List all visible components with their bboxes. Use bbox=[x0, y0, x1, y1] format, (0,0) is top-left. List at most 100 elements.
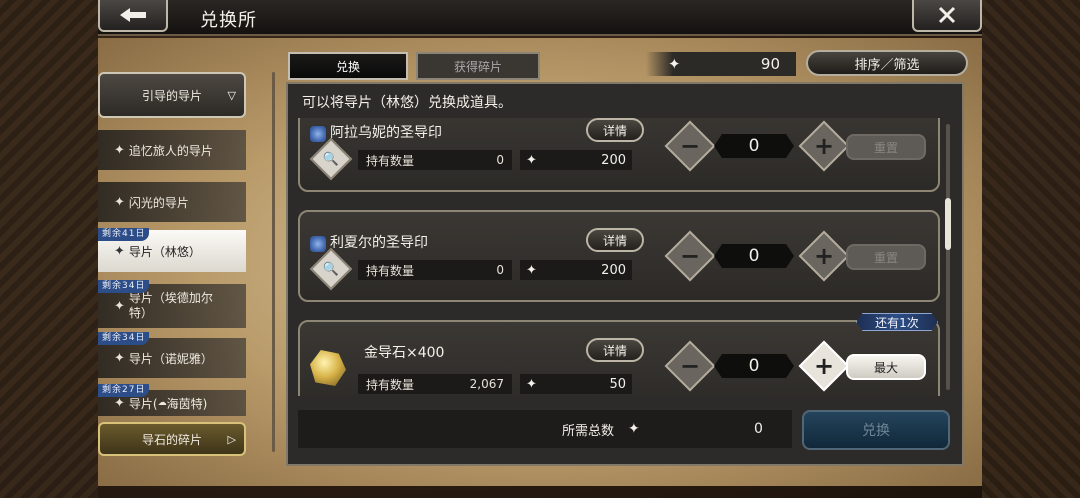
panel-description: 可以将导片（林悠）兑换成道具。 bbox=[302, 95, 512, 111]
hold-count: 持有数量 2,067 bbox=[358, 374, 512, 394]
page-title: 兑换所 bbox=[200, 10, 257, 31]
sidebar-item-memory[interactable]: ✦ 追忆旅人的导片 bbox=[98, 130, 246, 170]
list-item: 金导石×400 详情 持有数量 2,067 ✦ 50 − 0 + 最大 bbox=[298, 320, 940, 396]
exchange-label: 兑换 bbox=[862, 423, 890, 439]
diamond-icon: ✦ bbox=[114, 243, 125, 259]
sidebar-item-flash[interactable]: ✦ 闪光的导片 bbox=[98, 182, 246, 222]
chevron-right-icon: ▷ bbox=[227, 432, 236, 446]
decrease-button[interactable]: − bbox=[664, 230, 716, 282]
frame-left bbox=[0, 0, 98, 498]
tab-label: 兑换 bbox=[335, 59, 360, 74]
plus-icon: + bbox=[813, 241, 835, 270]
sidebar-item-label: 引导的导片 bbox=[141, 88, 202, 103]
detail-button[interactable]: 详情 bbox=[586, 118, 644, 142]
remaining-times-badge: 还有1次 bbox=[856, 313, 938, 331]
close-icon bbox=[938, 6, 956, 24]
detail-label: 详情 bbox=[602, 343, 627, 358]
back-button[interactable] bbox=[98, 0, 168, 32]
magnifier-icon: 🔍 bbox=[309, 247, 353, 291]
reset-label: 重置 bbox=[873, 250, 898, 265]
item-name: 阿拉乌妮的圣导印 bbox=[330, 125, 442, 141]
plus-icon: + bbox=[813, 131, 835, 160]
quantity-value: 0 bbox=[714, 244, 794, 268]
hold-value: 0 bbox=[496, 153, 504, 167]
sidebar-item-label: 导石的碎片 bbox=[141, 432, 202, 447]
detail-button[interactable]: 详情 bbox=[586, 228, 644, 252]
search-item-icon[interactable]: 🔍 bbox=[309, 137, 353, 181]
exchange-button[interactable]: 兑换 bbox=[802, 410, 950, 450]
total-bar: 所需总数 ✦ 0 bbox=[298, 410, 792, 448]
shard-icon: ✦ bbox=[526, 376, 537, 392]
seal-gem-icon bbox=[310, 126, 326, 142]
cost-value: 200 bbox=[601, 152, 626, 168]
sidebar-item-label: 追忆旅人的导片 bbox=[128, 143, 213, 158]
diamond-icon: ✦ bbox=[114, 395, 125, 411]
sidebar-item-label: 导片（埃德加尔特） bbox=[128, 291, 213, 320]
shard-icon: ✦ bbox=[526, 152, 537, 168]
tab-get-shards[interactable]: 获得碎片 bbox=[416, 52, 540, 80]
cost: ✦ 200 bbox=[520, 150, 632, 170]
hold-label: 持有数量 bbox=[366, 263, 415, 278]
sidebar-scrollbar[interactable] bbox=[272, 72, 275, 452]
close-button[interactable] bbox=[912, 0, 982, 32]
currency-value: 90 bbox=[760, 55, 780, 73]
item-name: 利夏尔的圣导印 bbox=[330, 235, 428, 251]
list-item: 阿拉乌妮的圣导印 详情 🔍 持有数量 0 ✦ 200 − 0 + 重置 bbox=[298, 118, 940, 192]
remaining-days-badge: 剩余34日 bbox=[98, 332, 150, 345]
search-item-icon[interactable]: 🔍 bbox=[309, 247, 353, 291]
sidebar-item-label: 闪光的导片 bbox=[128, 195, 189, 210]
hold-label: 持有数量 bbox=[366, 377, 415, 392]
sort-filter-label: 排序／筛选 bbox=[854, 57, 920, 73]
remaining-days-badge: 剩余41日 bbox=[98, 228, 150, 241]
detail-button[interactable]: 详情 bbox=[586, 338, 644, 362]
hold-label: 持有数量 bbox=[366, 153, 415, 168]
decrease-button[interactable]: − bbox=[664, 120, 716, 172]
diamond-icon: ✦ bbox=[114, 350, 125, 366]
increase-button[interactable]: + bbox=[798, 340, 850, 392]
cost-value: 200 bbox=[601, 262, 626, 278]
total-label: 所需总数 bbox=[562, 423, 615, 439]
item-name: 金导石×400 bbox=[364, 345, 445, 361]
reset-label: 重置 bbox=[873, 140, 898, 155]
magnifier-icon: 🔍 bbox=[309, 137, 353, 181]
chevron-down-icon: ▽ bbox=[227, 88, 236, 102]
max-label: 最大 bbox=[873, 360, 898, 375]
gold-stone-icon bbox=[310, 350, 346, 386]
shard-icon: ✦ bbox=[668, 55, 681, 73]
detail-label: 详情 bbox=[602, 123, 627, 138]
quantity-value: 0 bbox=[714, 354, 794, 378]
tab-exchange[interactable]: 兑换 bbox=[288, 52, 408, 80]
cost-value: 50 bbox=[609, 376, 626, 392]
sidebar-item-label: 导片（诺妮雅） bbox=[128, 351, 213, 366]
increase-button[interactable]: + bbox=[798, 120, 850, 172]
tab-label: 获得碎片 bbox=[453, 59, 502, 74]
sidebar-group-shards[interactable]: 导石的碎片 ▷ bbox=[98, 422, 246, 456]
quantity-value: 0 bbox=[714, 134, 794, 158]
frame-right bbox=[982, 0, 1080, 498]
sidebar-item-label: 导片( bbox=[128, 396, 158, 411]
diamond-icon: ✦ bbox=[114, 194, 125, 210]
decrease-button[interactable]: − bbox=[664, 340, 716, 392]
hold-value: 2,067 bbox=[469, 377, 504, 391]
shard-icon: ✦ bbox=[526, 262, 537, 278]
increase-button[interactable]: + bbox=[798, 230, 850, 282]
hold-value: 0 bbox=[496, 263, 504, 277]
reset-button[interactable]: 重置 bbox=[846, 244, 926, 270]
item-list[interactable]: 阿拉乌妮的圣导印 详情 🔍 持有数量 0 ✦ 200 − 0 + 重置 利夏尔的… bbox=[288, 118, 952, 396]
scrollbar-thumb[interactable] bbox=[945, 198, 951, 250]
sidebar-group-guide[interactable]: 引导的导片 ▽ bbox=[98, 72, 246, 118]
seal-gem-icon bbox=[310, 236, 326, 252]
max-button[interactable]: 最大 bbox=[846, 354, 926, 380]
remaining-days-badge: 剩余34日 bbox=[98, 280, 150, 293]
hold-count: 持有数量 0 bbox=[358, 260, 512, 280]
plus-icon: + bbox=[813, 351, 835, 380]
reset-button[interactable]: 重置 bbox=[846, 134, 926, 160]
sort-filter-button[interactable]: 排序／筛选 bbox=[806, 50, 968, 76]
list-scrollbar[interactable] bbox=[945, 124, 951, 390]
sidebar-item-label: 导片（林悠） bbox=[128, 244, 201, 259]
shard-icon: ✦ bbox=[628, 421, 640, 437]
sidebar-item-label-cont: 海茵特) bbox=[166, 396, 208, 411]
cost: ✦ 50 bbox=[520, 374, 632, 394]
category-sidebar: 引导的导片 ▽ ✦ 追忆旅人的导片 ✦ 闪光的导片 ✦ 导片（林悠） 剩余41日… bbox=[98, 72, 248, 460]
minus-icon: − bbox=[679, 351, 701, 380]
